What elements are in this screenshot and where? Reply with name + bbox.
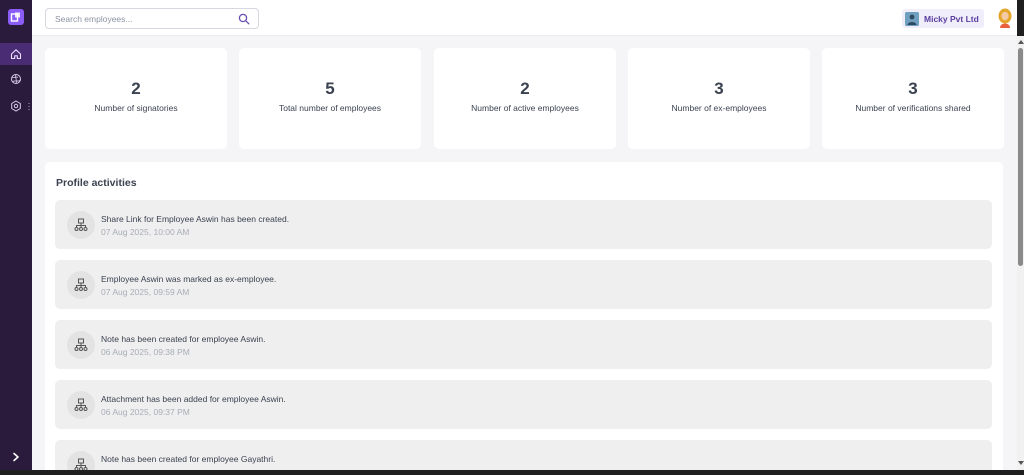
user-avatar[interactable] xyxy=(997,7,1013,29)
app-window: · · · Search employees... Micky Pvt Ltd … xyxy=(0,0,1024,470)
stat-card-active-employees[interactable]: 2 Number of active employees xyxy=(434,48,616,149)
company-switcher[interactable]: Micky Pvt Ltd xyxy=(902,9,984,28)
stat-label: Number of verifications shared xyxy=(855,103,971,113)
stat-label: Number of ex-employees xyxy=(671,103,767,113)
activity-item: Employee Aswin was marked as ex-employee… xyxy=(55,260,992,309)
activity-time: 07 Aug 2025, 10:00 AM xyxy=(101,227,190,237)
stat-value: 2 xyxy=(131,79,141,98)
company-logo-icon xyxy=(905,11,919,26)
activity-item: Share Link for Employee Aswin has been c… xyxy=(55,200,992,249)
panel-title: Profile activities xyxy=(56,177,137,189)
activity-text: Attachment has been added for employee A… xyxy=(101,394,286,404)
company-logo xyxy=(905,11,919,26)
sidebar-item-globe[interactable] xyxy=(0,68,32,90)
stat-value: 3 xyxy=(908,79,918,98)
search-box xyxy=(45,8,259,29)
stat-card-ex-employees[interactable]: 3 Number of ex-employees xyxy=(628,48,810,149)
stat-label: Total number of employees xyxy=(278,103,382,113)
scroll-down-arrow-icon[interactable] xyxy=(1018,461,1024,465)
activity-item: Note has been created for employee Gayat… xyxy=(55,440,992,470)
sidebar: · · · xyxy=(0,0,32,470)
main-content: Micky Pvt Ltd 2 Number of signatories 5 … xyxy=(32,0,1017,470)
gear-icon xyxy=(11,100,21,112)
org-chart-icon xyxy=(67,211,95,239)
logo-icon xyxy=(10,12,20,22)
stat-label: Number of signatories xyxy=(94,103,178,113)
activity-text: Note has been created for employee Gayat… xyxy=(101,454,276,464)
activity-time: 06 Aug 2025, 09:37 PM xyxy=(101,407,190,417)
org-chart-icon xyxy=(67,391,95,419)
profile-activities-panel: Profile activities Share Link for Employ… xyxy=(45,162,1003,470)
stat-card-signatories[interactable]: 2 Number of signatories xyxy=(45,48,227,149)
expand-sidebar-button[interactable] xyxy=(9,450,23,464)
org-chart-icon xyxy=(67,451,95,470)
activity-time: 07 Aug 2025, 09:59 AM xyxy=(101,287,190,297)
kebab-menu-icon[interactable]: · · · xyxy=(27,99,31,114)
org-chart-icon xyxy=(67,331,95,359)
search-input[interactable] xyxy=(46,9,226,29)
activity-item: Note has been created for employee Aswin… xyxy=(55,320,992,369)
activity-text: Employee Aswin was marked as ex-employee… xyxy=(101,274,277,284)
search-icon[interactable] xyxy=(238,13,250,25)
stat-card-total-employees[interactable]: 5 Total number of employees xyxy=(239,48,421,149)
vertical-scrollbar[interactable] xyxy=(1017,36,1024,470)
stat-card-verifications-shared[interactable]: 3 Number of verifications shared xyxy=(822,48,1004,149)
scroll-thumb[interactable] xyxy=(1018,48,1023,266)
app-logo[interactable] xyxy=(8,9,24,25)
stats-row: 2 Number of signatories 5 Total number o… xyxy=(45,48,1004,149)
stat-value: 2 xyxy=(520,79,530,98)
org-chart-icon xyxy=(67,271,95,299)
activity-text: Share Link for Employee Aswin has been c… xyxy=(101,214,290,224)
company-name: Micky Pvt Ltd xyxy=(924,13,979,24)
home-icon xyxy=(10,49,22,60)
sidebar-item-home[interactable] xyxy=(0,43,32,65)
chevron-right-icon xyxy=(13,452,19,462)
globe-icon xyxy=(11,74,21,84)
stat-value: 3 xyxy=(714,79,724,98)
stat-label: Number of active employees xyxy=(471,103,579,113)
activity-time: 06 Aug 2025, 09:38 PM xyxy=(101,347,190,357)
activity-text: Note has been created for employee Aswin… xyxy=(101,334,266,344)
top-bar: Micky Pvt Ltd xyxy=(32,0,1017,36)
stat-value: 5 xyxy=(325,79,335,98)
activity-item: Attachment has been added for employee A… xyxy=(55,380,992,429)
scroll-up-arrow-icon[interactable] xyxy=(1018,40,1024,44)
